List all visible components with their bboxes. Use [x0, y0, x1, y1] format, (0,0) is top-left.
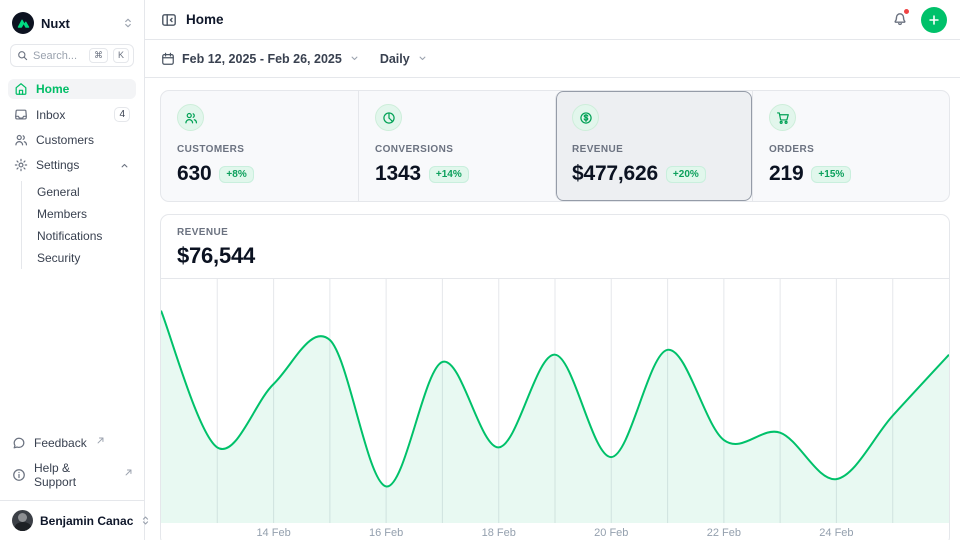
- inbox-icon: [14, 108, 28, 122]
- users-icon: [177, 104, 204, 131]
- x-tick-label: 22 Feb: [707, 527, 741, 539]
- date-range-picker[interactable]: Feb 12, 2025 - Feb 26, 2025: [161, 52, 360, 66]
- gear-icon: [14, 158, 28, 172]
- filters-toolbar: Feb 12, 2025 - Feb 26, 2025 Daily: [145, 40, 960, 78]
- notification-dot: [903, 8, 910, 15]
- workspace-switcher[interactable]: Nuxt: [8, 8, 136, 44]
- sidebar-item-label: Feedback: [34, 436, 87, 450]
- sidebar-item-label: Settings: [36, 158, 111, 172]
- chat-bubble-icon: [12, 436, 26, 450]
- notifications-button[interactable]: [892, 10, 908, 29]
- topbar-actions: [892, 7, 947, 33]
- granularity-select[interactable]: Daily: [380, 52, 428, 66]
- stat-value: $477,626: [572, 162, 658, 186]
- sidebar-footer-nav: Feedback Help & Support: [8, 433, 136, 492]
- cart-icon: [769, 104, 796, 131]
- sidebar-item-help-support[interactable]: Help & Support: [8, 458, 136, 492]
- stats-cards: CUSTOMERS 630 +8% CONVERSIONS 1343 +14%: [160, 90, 950, 202]
- info-circle-icon: [12, 468, 26, 482]
- kbd-cmd: ⌘: [89, 48, 108, 63]
- sidebar-footer: Feedback Help & Support Be: [8, 433, 136, 540]
- stat-delta-badge: +14%: [429, 166, 469, 183]
- main-area: Home Feb 12, 2: [145, 0, 960, 540]
- sidebar-nav: Home Inbox 4 Customers Settings: [8, 79, 136, 269]
- users-icon: [14, 133, 28, 147]
- stat-label: CONVERSIONS: [375, 144, 539, 155]
- avatar: [12, 510, 33, 531]
- search-input[interactable]: Search... ⌘ K: [10, 44, 134, 67]
- sidebar-item-customers[interactable]: Customers: [8, 130, 136, 150]
- stat-label: ORDERS: [769, 144, 933, 155]
- chevron-down-icon: [349, 53, 360, 64]
- x-tick-label: 24 Feb: [819, 527, 853, 539]
- page-content: CUSTOMERS 630 +8% CONVERSIONS 1343 +14%: [145, 78, 960, 540]
- date-range-label: Feb 12, 2025 - Feb 26, 2025: [182, 52, 342, 66]
- add-button[interactable]: [921, 7, 947, 33]
- revenue-area-chart[interactable]: [161, 278, 949, 523]
- collapse-sidebar-icon[interactable]: [161, 12, 177, 28]
- stat-delta-badge: +15%: [811, 166, 851, 183]
- nuxt-logo-icon: [12, 12, 34, 34]
- sidebar-subitem-general[interactable]: General: [22, 181, 136, 203]
- home-icon: [14, 82, 28, 96]
- sidebar-item-inbox[interactable]: Inbox 4: [8, 104, 136, 125]
- search-icon: [17, 50, 28, 61]
- chart-total-value: $76,544: [177, 243, 933, 269]
- brand-name: Nuxt: [41, 16, 115, 31]
- chart-x-axis: 14 Feb 16 Feb 18 Feb 20 Feb 22 Feb 24 Feb: [161, 523, 949, 540]
- stat-card-customers[interactable]: CUSTOMERS 630 +8%: [161, 91, 358, 201]
- user-menu[interactable]: Benjamin Canac: [0, 500, 144, 540]
- page-title: Home: [186, 12, 224, 27]
- stat-label: CUSTOMERS: [177, 144, 342, 155]
- sidebar-subitem-security[interactable]: Security: [22, 247, 136, 269]
- stat-card-conversions[interactable]: CONVERSIONS 1343 +14%: [358, 91, 555, 201]
- settings-submenu: General Members Notifications Security: [21, 181, 136, 269]
- sidebar-item-label: Inbox: [36, 108, 106, 122]
- stat-delta-badge: +20%: [666, 166, 706, 183]
- chart-title: REVENUE: [177, 227, 933, 238]
- pie-chart-icon: [375, 104, 402, 131]
- external-link-icon: [97, 433, 104, 447]
- dashboard-app: Nuxt Search... ⌘ K Home: [0, 0, 960, 540]
- kbd-k: K: [113, 48, 129, 63]
- stat-value: 1343: [375, 162, 421, 186]
- top-header: Home: [145, 0, 960, 40]
- stat-card-revenue[interactable]: REVENUE $477,626 +20%: [555, 91, 752, 201]
- x-tick-label: 20 Feb: [594, 527, 628, 539]
- external-link-icon: [125, 465, 132, 479]
- stat-label: REVENUE: [572, 144, 736, 155]
- stat-value: 630: [177, 162, 211, 186]
- plus-icon: [927, 13, 941, 27]
- chart-header: REVENUE $76,544: [161, 215, 949, 278]
- search-placeholder: Search...: [33, 50, 84, 62]
- revenue-chart-card: REVENUE $76,544 14 Feb 16 Feb 18 Feb 20 Feb…: [160, 214, 950, 540]
- sidebar-item-label: Customers: [36, 133, 130, 147]
- sidebar-subitem-notifications[interactable]: Notifications: [22, 225, 136, 247]
- sidebar-item-home[interactable]: Home: [8, 79, 136, 99]
- chevron-down-icon: [417, 53, 428, 64]
- stat-card-orders[interactable]: ORDERS 219 +15%: [752, 91, 949, 201]
- chevron-up-icon: [119, 160, 130, 171]
- sidebar: Nuxt Search... ⌘ K Home: [0, 0, 145, 540]
- dollar-circle-icon: [572, 104, 599, 131]
- x-tick-label: 16 Feb: [369, 527, 403, 539]
- sidebar-item-settings[interactable]: Settings: [8, 155, 136, 175]
- sidebar-item-label: Home: [36, 82, 130, 96]
- inbox-count-badge: 4: [114, 107, 130, 122]
- x-tick-label: 14 Feb: [256, 527, 290, 539]
- x-tick-label: 18 Feb: [482, 527, 516, 539]
- sidebar-item-label: Help & Support: [34, 461, 115, 489]
- calendar-icon: [161, 52, 175, 66]
- sidebar-subitem-members[interactable]: Members: [22, 203, 136, 225]
- chevron-select-icon: [122, 17, 134, 29]
- sidebar-item-feedback[interactable]: Feedback: [8, 433, 136, 453]
- granularity-label: Daily: [380, 52, 410, 66]
- stat-value: 219: [769, 162, 803, 186]
- user-name: Benjamin Canac: [40, 514, 133, 528]
- stat-delta-badge: +8%: [219, 166, 253, 183]
